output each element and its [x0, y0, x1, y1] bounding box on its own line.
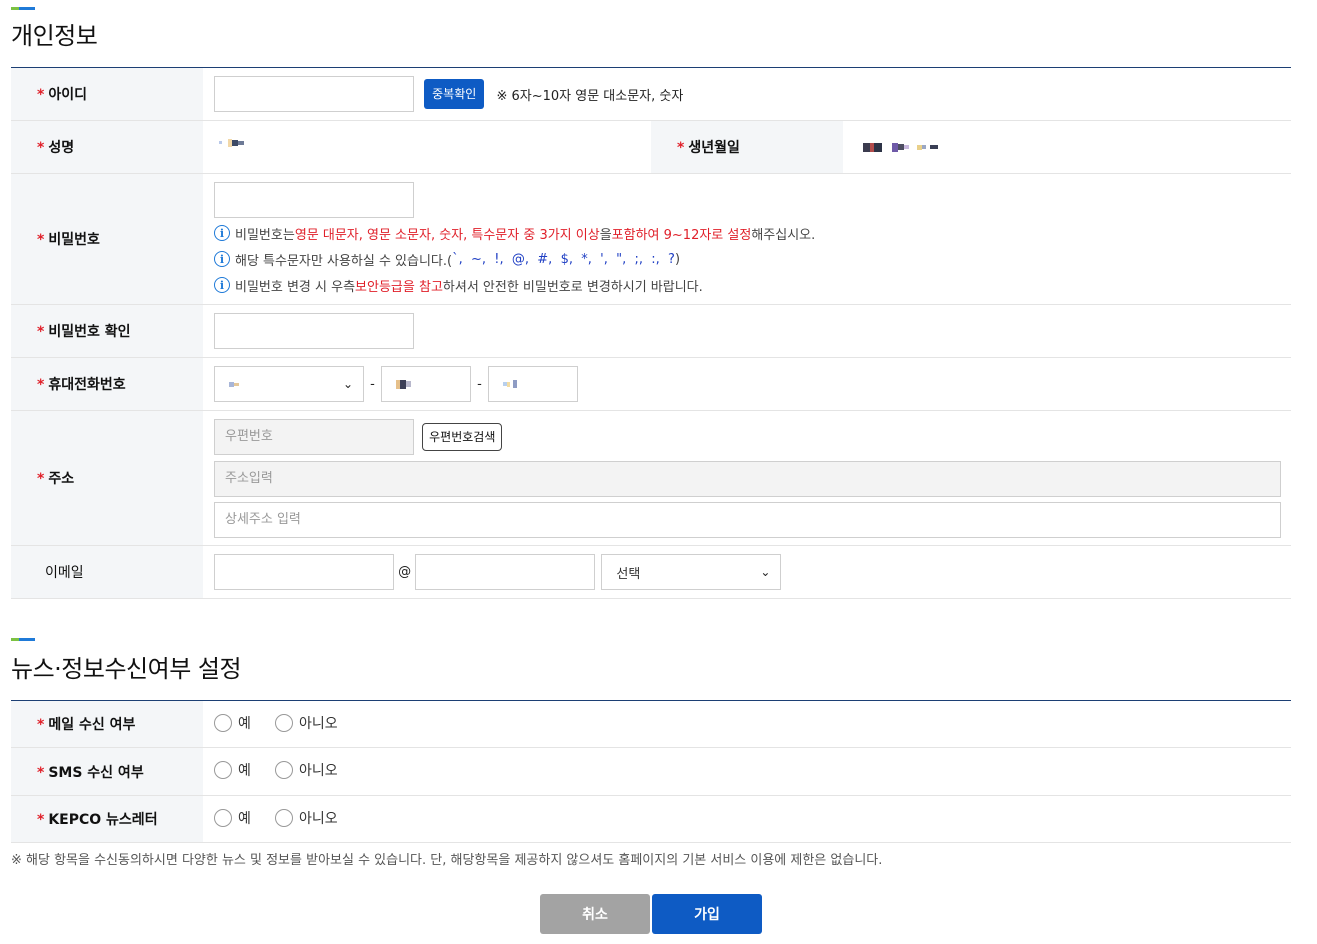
password-info-3: i 비밀번호 변경 시 우측 보안등급을 참고 하셔서 안전한 비밀번호로 변경하… — [214, 275, 1291, 295]
info-icon: i — [214, 251, 230, 267]
join-button[interactable]: 가입 — [652, 894, 762, 934]
mail-consent-no-radio[interactable]: 아니오 — [275, 713, 338, 733]
phone-prefix-redacted — [229, 377, 239, 392]
birth-redacted — [863, 140, 938, 155]
password-info-2: i 해당 특수문자만 사용하실 수 있습니다.(`, ~, !, @, #, $… — [214, 249, 1291, 269]
zipcode-search-button[interactable]: 우편번호검색 — [422, 422, 503, 451]
newsletter-consent-no-radio[interactable]: 아니오 — [275, 808, 338, 828]
id-label: 아이디 — [48, 87, 87, 103]
row-email: 이메일 @ 선택 ⌄ — [11, 545, 1291, 599]
phone-label: 휴대전화번호 — [48, 377, 126, 393]
id-input[interactable] — [214, 76, 414, 112]
newsletter-consent-yes-radio[interactable]: 예 — [214, 808, 251, 828]
info-icon: i — [214, 277, 230, 293]
row-name-birth: * 성명 * 생년월일 — [11, 120, 1291, 174]
id-note: ※ 6자~10자 영문 대소문자, 숫자 — [496, 88, 684, 104]
password-confirm-label: 비밀번호 확인 — [48, 324, 131, 340]
birth-label: 생년월일 — [688, 140, 740, 156]
zipcode-input[interactable] — [214, 418, 414, 455]
password-info-1: i 비밀번호는 영문 대문자, 영문 소문자, 숫자, 특수문자 중 3가지 이… — [214, 223, 1291, 243]
personal-info-table: * 아이디 중복확인 ※ 6자~10자 영문 대소문자, 숫자 * 성명 * 생년월일… — [11, 67, 1291, 599]
section-marker — [11, 7, 35, 10]
news-settings-title: 뉴스·정보수신여부 설정 — [11, 655, 242, 683]
id-label-cell: * 아이디 — [11, 67, 203, 121]
email-label: 이메일 — [45, 565, 84, 581]
email-domain-input[interactable] — [415, 554, 596, 590]
phone-middle-input[interactable] — [380, 366, 471, 402]
row-password-confirm: * 비밀번호 확인 — [11, 304, 1291, 358]
phone-last-input[interactable] — [487, 366, 578, 402]
name-redacted — [219, 135, 244, 150]
password-input[interactable] — [214, 182, 414, 218]
news-settings-table: * 메일 수신 여부 예 아니오 * SMS 수신 여부 예 아니오 * KEPCO … — [11, 700, 1291, 843]
password-label: 비밀번호 — [48, 232, 100, 248]
row-address: *주소 우편번호검색 — [11, 410, 1291, 546]
row-password: * 비밀번호 i 비밀번호는 영문 대문자, 영문 소문자, 숫자, 특수문자 중… — [11, 173, 1291, 305]
section-marker — [11, 638, 35, 641]
row-mail-consent: * 메일 수신 여부 예 아니오 — [11, 700, 1291, 748]
name-label: 성명 — [48, 140, 75, 156]
cancel-button[interactable]: 취소 — [540, 894, 650, 934]
phone-separator: - — [477, 376, 482, 392]
mail-consent-yes-radio[interactable]: 예 — [214, 713, 251, 733]
email-id-input[interactable] — [214, 554, 394, 590]
chevron-down-icon: ⌄ — [760, 565, 771, 579]
row-id: * 아이디 중복확인 ※ 6자~10자 영문 대소문자, 숫자 — [11, 67, 1291, 121]
address-label: 주소 — [48, 471, 75, 487]
consent-footnote: ※ 해당 항목을 수신동의하시면 다양한 뉴스 및 정보를 받아보실 수 있습니… — [11, 853, 883, 868]
address-input[interactable] — [214, 460, 1281, 497]
phone-prefix-select[interactable]: ⌄ — [214, 366, 364, 402]
duplicate-check-button[interactable]: 중복확인 — [424, 79, 485, 109]
row-phone: * 휴대전화번호 ⌄ - - — [11, 357, 1291, 411]
address-detail-input[interactable] — [214, 501, 1281, 538]
personal-info-title: 개인정보 — [11, 22, 98, 50]
chevron-down-icon: ⌄ — [342, 377, 353, 391]
birth-value — [843, 120, 1291, 174]
name-value — [203, 120, 651, 174]
row-newsletter-consent: * KEPCO 뉴스레터 예 아니오 — [11, 795, 1291, 843]
phone-separator: - — [370, 376, 375, 392]
info-icon: i — [214, 225, 230, 241]
password-confirm-input[interactable] — [214, 313, 414, 349]
sms-consent-yes-radio[interactable]: 예 — [214, 760, 251, 780]
row-sms-consent: * SMS 수신 여부 예 아니오 — [11, 747, 1291, 796]
email-domain-select[interactable]: 선택 ⌄ — [601, 554, 782, 590]
email-at-sign: @ — [398, 564, 412, 580]
sms-consent-no-radio[interactable]: 아니오 — [275, 760, 338, 780]
